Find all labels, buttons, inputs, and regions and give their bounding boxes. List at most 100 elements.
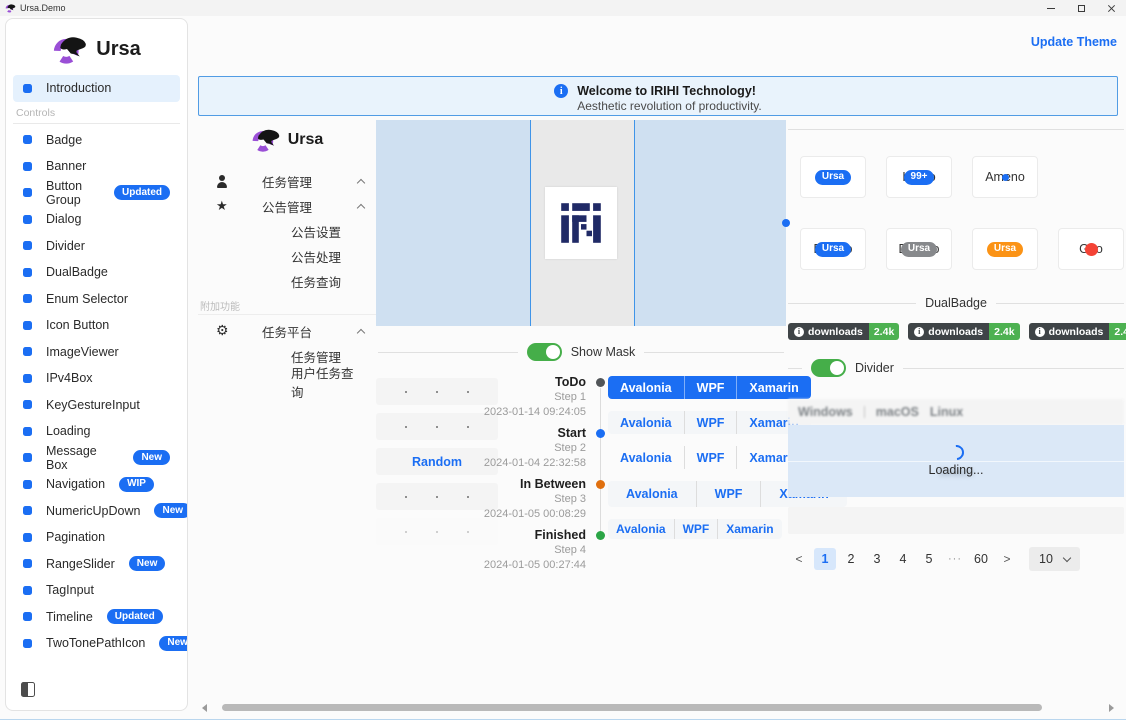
page-button[interactable]: 1 [814,548,836,570]
dual-badge: downloads 2.4k [788,323,899,340]
scrollbar-thumb[interactable] [222,704,1042,711]
sidebar-item[interactable]: KeyGestureInput [13,392,180,419]
sidebar-item[interactable]: Navigation WIP [13,471,180,498]
nav-menu-item[interactable]: 附加功能 [198,297,376,315]
close-button[interactable] [1096,0,1126,16]
button-wpf[interactable]: WPF [696,481,761,507]
page-button[interactable]: < [788,548,810,570]
dual-badge-left: downloads [908,323,989,340]
sidebar-item[interactable]: Enum Selector [13,286,180,313]
bullet-icon [23,612,32,621]
sidebar-item[interactable]: Icon Button [13,312,180,339]
nav-menu-item[interactable]: 公告管理 [198,194,376,219]
sidebar-item[interactable]: Badge [13,127,180,154]
sidebar-item[interactable]: TwoTonePathIcon New [13,630,180,657]
sidebar-item[interactable]: Pagination [13,524,180,551]
maximize-icon [1078,5,1085,12]
badge [1002,174,1009,181]
dual-badge-left: downloads [1029,323,1110,340]
bullet-icon [23,586,32,595]
timeline-step-title: ToDo [376,374,586,390]
page-button[interactable]: > [996,548,1018,570]
page-size-select[interactable]: 10 [1029,547,1080,571]
info-icon [554,84,568,98]
divider-toggle[interactable] [811,359,846,377]
bullet-icon [23,188,32,197]
sidebar-item-label: IPv4Box [46,371,93,385]
nav-menu-item[interactable]: 任务管理 [198,169,376,194]
show-mask-toggle[interactable] [527,343,562,361]
scroll-left-arrow-icon[interactable] [202,704,207,712]
sidebar-item-label: Divider [46,239,85,253]
dual-badge-value: 2.4k [989,323,1019,340]
button-avalonia[interactable]: Avalonia [608,376,684,399]
button-wpf[interactable]: WPF [684,411,737,434]
nav-menu-item[interactable]: 任务平台 [198,319,376,344]
nav-menu-item[interactable]: 用户任务查询 [198,369,376,394]
horizontal-scrollbar[interactable] [202,703,1122,711]
sidebar-logo-text: Ursa [96,38,140,61]
sidebar-item[interactable]: DualBadge [13,259,180,286]
sidebar-item[interactable]: Controls [13,104,180,124]
sidebar-item[interactable]: RangeSlider New [13,551,180,578]
button-avalonia[interactable]: Avalonia [608,411,684,434]
button-avalonia[interactable]: Avalonia [608,446,684,469]
tab-linux[interactable]: Linux [930,405,963,419]
sidebar-item-label: Controls [16,107,55,119]
sidebar-item[interactable]: Divider [13,233,180,260]
page-button[interactable]: 2 [840,548,862,570]
sidebar-item[interactable]: NumericUpDown New [13,498,180,525]
page-button[interactable]: 5 [918,548,940,570]
timeline-demo: ToDo Step 1 2023-01-14 09:24:05 Start St… [376,374,608,578]
spinner-icon [945,442,966,463]
button-group: Avalonia WPF Xamarin [608,376,811,399]
nav-menu-item[interactable]: 任务查询 [198,269,376,294]
status-badge: New [133,450,170,465]
sidebar-item[interactable]: Message Box New [13,445,180,472]
sidebar-item-label: KeyGestureInput [46,398,140,412]
page-button[interactable]: ··· [944,548,966,570]
app-window: Ursa.Demo Ursa Introduction [0,0,1126,720]
sidebar-item[interactable]: Banner [13,153,180,180]
timeline-dot [596,429,605,438]
image-viewer[interactable] [376,120,786,326]
sidebar-item[interactable]: IPv4Box [13,365,180,392]
status-badge: New [159,636,188,651]
update-theme-button[interactable]: Update Theme [1031,35,1117,49]
sidebar-item[interactable]: Dialog [13,206,180,233]
sidebar-item[interactable]: ImageViewer [13,339,180,366]
minimize-button[interactable] [1036,0,1066,16]
page-button[interactable]: 3 [866,548,888,570]
badge: Ursa [815,170,851,185]
right-demo: Pyro Ursa Hydro 99+ Ameno Electro [788,116,1124,571]
main-area: Update Theme Welcome to IRIHI Technology… [188,16,1126,720]
chevron-up-icon[interactable] [357,179,365,187]
nav-menu-item[interactable]: 公告处理 [198,244,376,269]
sidebar-item[interactable]: Button Group Updated [13,180,180,207]
bullet-icon [23,639,32,648]
button-wpf[interactable]: WPF [674,519,718,539]
sidebar-item[interactable]: TagInput [13,577,180,604]
sidebar-item[interactable]: Timeline Updated [13,604,180,631]
sidebar-collapse-icon[interactable] [21,682,35,697]
tab-windows[interactable]: Windows [798,405,853,419]
timeline-step-name: Step 1 [376,390,586,405]
chevron-up-icon[interactable] [357,204,365,212]
button-xamarin[interactable]: Xamarin [717,519,781,539]
button-wpf[interactable]: WPF [684,446,737,469]
page-button[interactable]: 60 [970,548,992,570]
chevron-up-icon[interactable] [357,329,365,337]
button-wpf[interactable]: WPF [684,376,737,399]
sidebar-item[interactable]: Loading [13,418,180,445]
ursa-logo-icon [52,33,88,65]
sidebar-item[interactable]: Introduction [13,75,180,102]
maximize-button[interactable] [1066,0,1096,16]
nav-menu-item[interactable]: 公告设置 [198,219,376,244]
button-avalonia[interactable]: Avalonia [608,481,696,507]
button-avalonia[interactable]: Avalonia [608,519,674,539]
page-button[interactable]: 4 [892,548,914,570]
scroll-right-arrow-icon[interactable] [1109,704,1114,712]
timeline-step-name: Step 2 [376,441,586,456]
sidebar-item-label: Enum Selector [46,292,128,306]
tab-macos[interactable]: macOS [876,405,919,419]
